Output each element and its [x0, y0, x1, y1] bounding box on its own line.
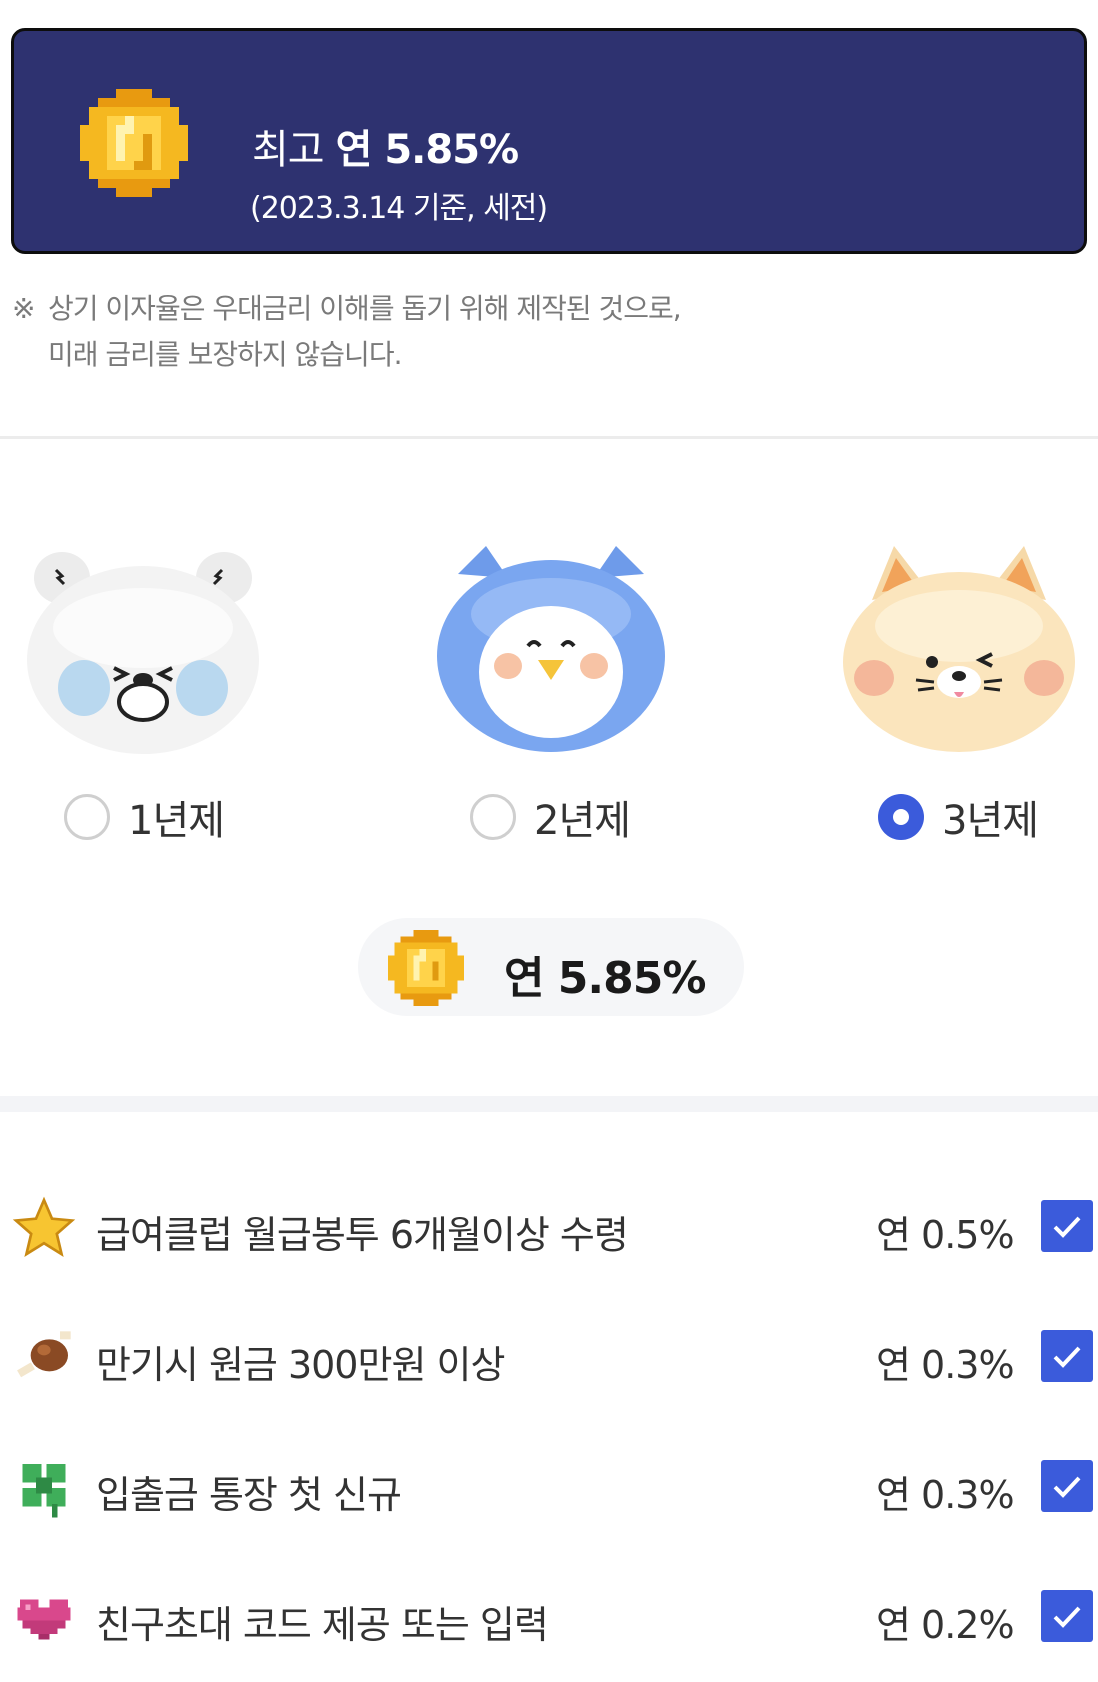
benefit-label: 급여클럽 월급봉투 6개월이상 수령	[96, 1213, 629, 1257]
heart-icon	[17, 1599, 71, 1640]
cat-character[interactable]	[842, 540, 1076, 754]
period-option-3-year[interactable]: 3년제	[878, 790, 1039, 844]
period-label: 1년제	[128, 798, 225, 844]
pixel-coin-icon	[388, 930, 464, 1006]
polar-bear-character[interactable]	[26, 548, 260, 756]
benefit-rate: 연 0.2%	[876, 1603, 1015, 1647]
selected-rate-value: 연 5.85%	[504, 953, 706, 1004]
period-label: 2년제	[534, 798, 631, 844]
period-label: 3년제	[942, 798, 1039, 844]
benefit-rate: 연 0.3%	[876, 1473, 1015, 1517]
radio-button[interactable]	[64, 794, 110, 840]
benefit-rate: 연 0.3%	[876, 1343, 1015, 1387]
rate-basis-date: (2023.3.14 기준, 세전)	[250, 191, 548, 226]
benefit-row-principal[interactable]: 만기시 원금 300만원 이상 연 0.3%	[0, 1322, 1098, 1394]
note-line-2: 미래 금리를 보장하지 않습니다.	[48, 338, 402, 371]
checkbox-checked[interactable]	[1041, 1460, 1093, 1512]
benefit-rate: 연 0.5%	[876, 1213, 1015, 1257]
checkbox-checked[interactable]	[1041, 1330, 1093, 1382]
period-option-1-year[interactable]: 1년제	[64, 790, 225, 844]
checkbox-checked[interactable]	[1041, 1590, 1093, 1642]
selected-rate-pill: 연 5.85%	[358, 918, 744, 1016]
note-mark: ※	[12, 292, 35, 325]
clover-icon	[22, 1464, 66, 1518]
max-rate-prefix: 최고	[252, 127, 325, 173]
radio-button-selected[interactable]	[878, 794, 924, 840]
star-icon	[12, 1196, 76, 1257]
meat-icon	[17, 1331, 71, 1378]
blue-bird-character[interactable]	[436, 544, 666, 754]
max-rate-value: 연 5.85%	[335, 127, 519, 173]
benefit-row-new-account[interactable]: 입출금 통장 첫 신규 연 0.3%	[0, 1452, 1098, 1524]
benefit-label: 만기시 원금 300만원 이상	[96, 1343, 505, 1387]
max-rate-text: 최고 연 5.85%	[252, 117, 519, 175]
disclaimer-note: ※ 상기 이자율은 우대금리 이해를 돕기 위해 제작된 것으로, 미래 금리를 …	[12, 286, 682, 378]
radio-button[interactable]	[470, 794, 516, 840]
period-option-2-year[interactable]: 2년제	[470, 790, 631, 844]
section-divider	[0, 1096, 1098, 1112]
section-divider	[0, 436, 1098, 439]
checkbox-checked[interactable]	[1041, 1200, 1093, 1252]
benefit-label: 친구초대 코드 제공 또는 입력	[96, 1603, 549, 1647]
benefit-label: 입출금 통장 첫 신규	[96, 1473, 402, 1517]
max-rate-banner: 최고 연 5.85% (2023.3.14 기준, 세전)	[11, 28, 1087, 254]
benefit-row-salary[interactable]: 급여클럽 월급봉투 6개월이상 수령 연 0.5%	[0, 1192, 1098, 1264]
benefit-row-friend-invite[interactable]: 친구초대 코드 제공 또는 입력 연 0.2%	[0, 1582, 1098, 1654]
note-line-1: 상기 이자율은 우대금리 이해를 돕기 위해 제작된 것으로,	[48, 292, 682, 325]
pixel-coin-icon	[80, 89, 188, 197]
